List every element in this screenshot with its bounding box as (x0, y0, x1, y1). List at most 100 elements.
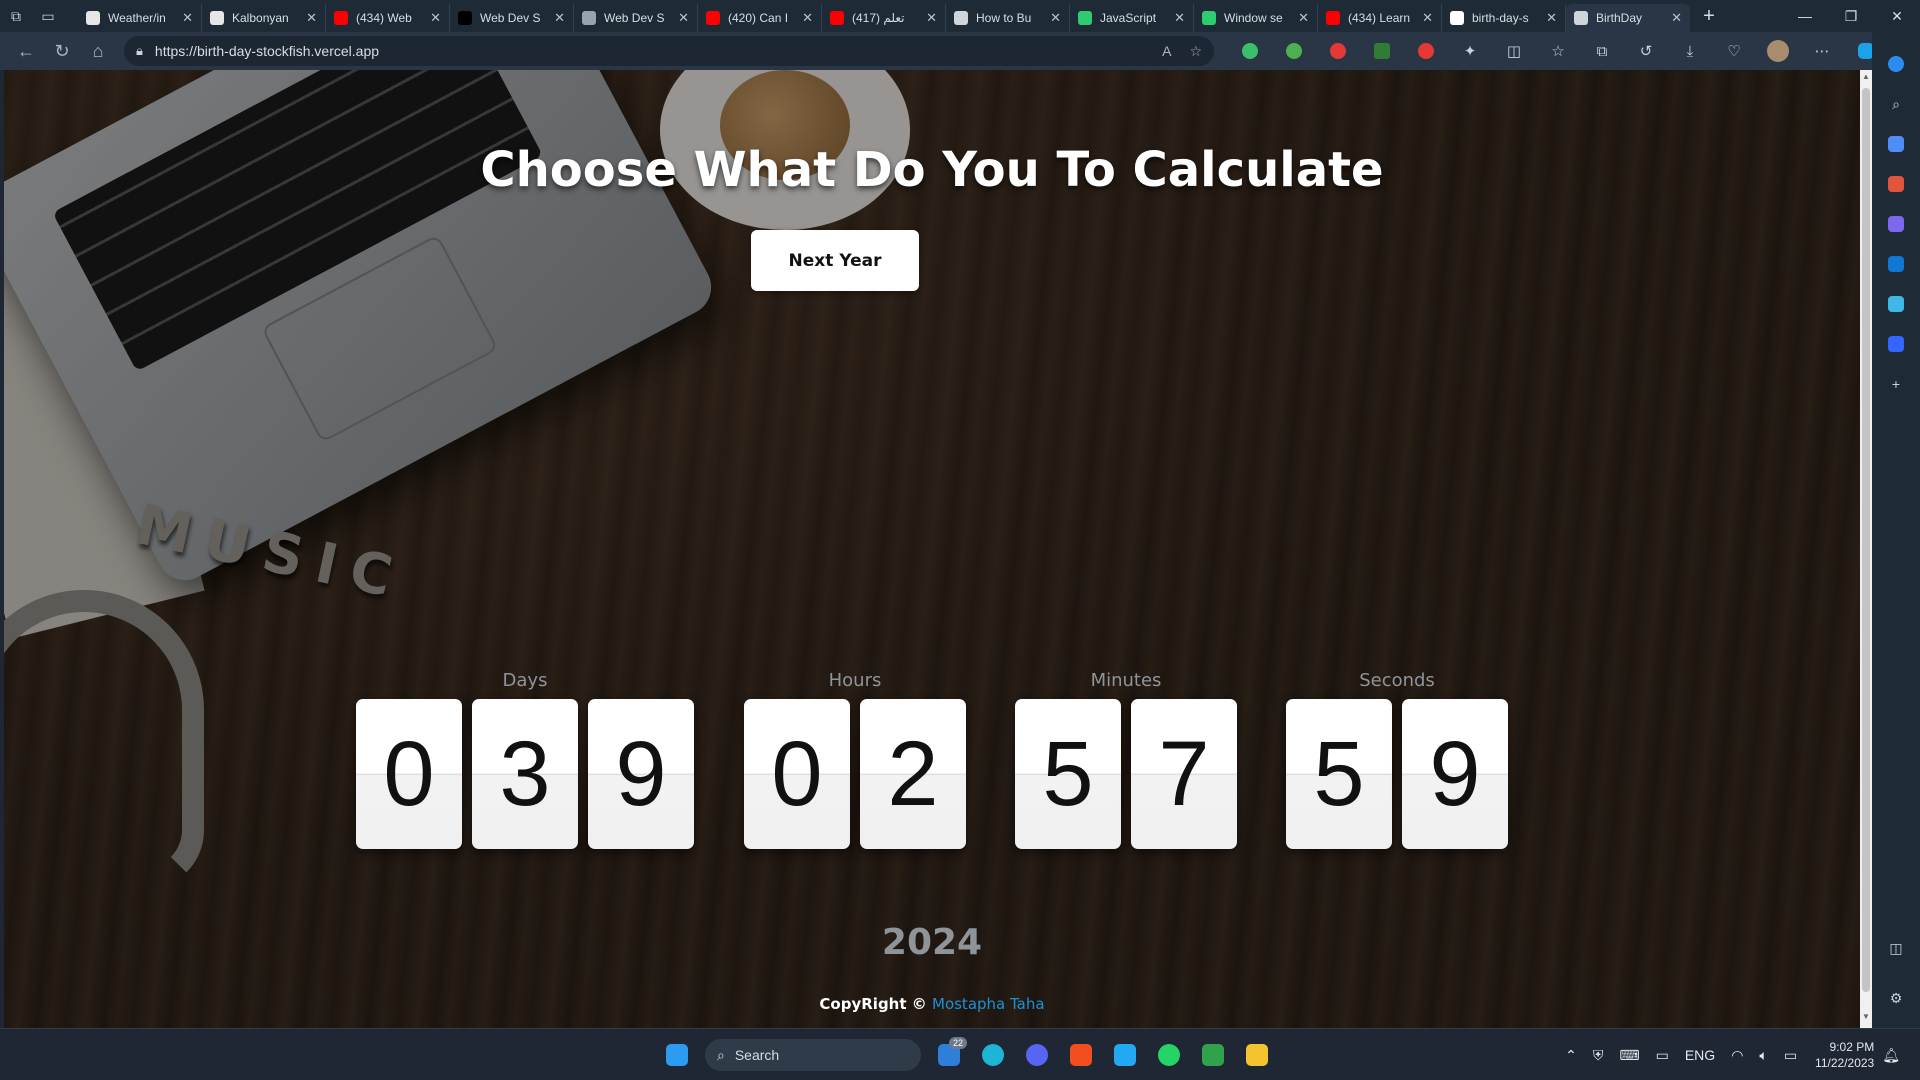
outlook-icon[interactable] (1880, 248, 1912, 280)
url-text[interactable]: https://birth-day-stockfish.vercel.app (155, 43, 1144, 59)
close-tab-icon[interactable]: ✕ (1050, 10, 1061, 26)
app-icon[interactable] (1193, 1035, 1233, 1075)
restore-icon[interactable]: ❐ (1828, 0, 1874, 32)
minimize-icon[interactable]: — (1782, 0, 1828, 32)
seconds-digit: 9 (1402, 699, 1508, 849)
target-year: 2024 (881, 922, 983, 963)
sidebar-settings-icon[interactable]: ⚙ (1880, 982, 1912, 1014)
vscode-icon[interactable] (1105, 1035, 1145, 1075)
favorites-icon[interactable]: ☆ (1536, 36, 1580, 66)
clock[interactable]: 9:02 PM 11/22/2023 (1815, 1039, 1874, 1071)
drop-icon[interactable] (1880, 328, 1912, 360)
microsoft-365-icon[interactable] (1880, 208, 1912, 240)
lock-icon[interactable]: 🔒︎ (136, 43, 143, 59)
volume-icon[interactable]: 🔈︎ (1759, 1047, 1767, 1064)
browser-tab[interactable]: (420) Can I ✕ (698, 4, 822, 32)
next-year-button[interactable]: Next Year (751, 230, 919, 291)
windows-start-icon[interactable] (657, 1035, 697, 1075)
whatsapp-icon[interactable] (1149, 1035, 1189, 1075)
search-sidebar-icon[interactable]: ⌕ (1880, 88, 1912, 120)
split-screen-icon[interactable]: ◫ (1492, 36, 1536, 66)
read-aloud-icon[interactable]: A (1162, 43, 1171, 59)
address-bar[interactable]: 🔒︎ https://birth-day-stockfish.vercel.ap… (124, 36, 1214, 66)
keyboard-tray-icon[interactable]: ⌨ (1619, 1047, 1639, 1064)
shopping-icon[interactable] (1880, 128, 1912, 160)
new-tab-button[interactable]: + (1694, 2, 1724, 30)
history-icon[interactable]: ↺ (1624, 36, 1668, 66)
author-link[interactable]: Mostapha Taha (932, 995, 1045, 1013)
browser-tab[interactable]: تعلم (417) ✕ (822, 4, 946, 32)
display-tray-icon[interactable]: ▭ (1656, 1047, 1669, 1064)
workspaces-icon[interactable]: ⧉ (0, 0, 32, 32)
notifications-icon[interactable] (1880, 48, 1912, 80)
tray-chevron-icon[interactable]: ⌃ (1565, 1047, 1577, 1064)
browser-tab[interactable]: (434) Web ✕ (326, 4, 450, 32)
wifi-icon[interactable]: ◠ (1731, 1047, 1743, 1064)
page-scrollbar[interactable]: ▲ ▼ (1860, 70, 1872, 1028)
discord-icon[interactable] (1017, 1035, 1057, 1075)
close-tab-icon[interactable]: ✕ (430, 10, 441, 26)
close-tab-icon[interactable]: ✕ (306, 10, 317, 26)
figma-icon[interactable] (1061, 1035, 1101, 1075)
send-icon[interactable] (1880, 288, 1912, 320)
close-tab-icon[interactable]: ✕ (554, 10, 565, 26)
browser-tab[interactable]: Window se ✕ (1194, 4, 1318, 32)
language-indicator[interactable]: ENG (1685, 1047, 1715, 1063)
green-extension-icon[interactable] (1360, 36, 1404, 66)
scroll-down-arrow-icon[interactable]: ▼ (1860, 1012, 1872, 1026)
add-sidebar-icon[interactable]: + (1880, 368, 1912, 400)
battery-icon[interactable]: ▭ (1784, 1047, 1797, 1064)
browser-tab[interactable]: JavaScript ✕ (1070, 4, 1194, 32)
collections-icon[interactable]: ⧉ (1580, 36, 1624, 66)
hide-sidebar-icon[interactable]: ◫ (1880, 932, 1912, 964)
favorite-star-icon[interactable]: ☆ (1189, 43, 1202, 60)
extensions-puzzle-icon[interactable]: ✦ (1448, 36, 1492, 66)
color-extension-icon[interactable] (1272, 36, 1316, 66)
close-tab-icon[interactable]: ✕ (1422, 10, 1433, 26)
close-tab-icon[interactable]: ✕ (1546, 10, 1557, 26)
minutes-digit: 5 (1015, 699, 1121, 849)
refresh-icon[interactable]: ↻ (44, 36, 80, 66)
close-tab-icon[interactable]: ✕ (802, 10, 813, 26)
tab-title: BirthDay (1596, 11, 1643, 25)
close-tab-icon[interactable]: ✕ (1298, 10, 1309, 26)
x-icon (458, 11, 472, 25)
file-explorer-icon[interactable] (1237, 1035, 1277, 1075)
tab-actions-icon[interactable]: ▭ (32, 0, 64, 32)
countdown: Days 0 3 9 Hours 0 2 Minutes 5 7 Seconds… (4, 670, 1860, 849)
browser-tab[interactable]: Web Dev S ✕ (450, 4, 574, 32)
taskbar-search[interactable]: ⌕ Search (705, 1039, 921, 1071)
security-tray-icon[interactable]: ⛨ (1593, 1047, 1604, 1064)
scroll-up-arrow-icon[interactable]: ▲ (1860, 72, 1872, 86)
downloads-icon[interactable]: ⤓ (1668, 36, 1712, 66)
home-icon[interactable]: ⌂ (80, 36, 116, 66)
browser-tab[interactable]: birth-day-s ✕ (1442, 4, 1566, 32)
browser-tab[interactable]: BirthDay ✕ (1566, 4, 1690, 32)
profile-avatar[interactable] (1756, 36, 1800, 66)
shield-extension-icon[interactable] (1228, 36, 1272, 66)
browser-tab[interactable]: Weather/in ✕ (78, 4, 202, 32)
tab-title: (434) Learn (1348, 11, 1411, 25)
browser-tab[interactable]: How to Bu ✕ (946, 4, 1070, 32)
close-tab-icon[interactable]: ✕ (1671, 10, 1682, 26)
mail-icon[interactable]: 22 (929, 1035, 969, 1075)
performance-icon[interactable]: ♡ (1712, 36, 1756, 66)
browser-tab[interactable]: Web Dev S ✕ (574, 4, 698, 32)
edge-icon[interactable] (973, 1035, 1013, 1075)
close-tab-icon[interactable]: ✕ (1174, 10, 1185, 26)
youtube-extension-icon[interactable] (1316, 36, 1360, 66)
browser-tab[interactable]: Kalbonyan ✕ (202, 4, 326, 32)
close-window-icon[interactable]: ✕ (1874, 0, 1920, 32)
browser-tab[interactable]: (434) Learn ✕ (1318, 4, 1442, 32)
close-tab-icon[interactable]: ✕ (182, 10, 193, 26)
notification-center-icon[interactable]: 🔔︎ (1882, 1047, 1900, 1064)
scrollbar-thumb[interactable] (1862, 88, 1870, 992)
back-icon[interactable]: ← (8, 36, 44, 66)
close-tab-icon[interactable]: ✕ (678, 10, 689, 26)
red-extension-icon[interactable] (1404, 36, 1448, 66)
more-menu-icon[interactable]: ⋯ (1800, 36, 1844, 66)
page-icon (582, 11, 596, 25)
tools-icon[interactable] (1880, 168, 1912, 200)
hours-digit: 2 (860, 699, 966, 849)
close-tab-icon[interactable]: ✕ (926, 10, 937, 26)
